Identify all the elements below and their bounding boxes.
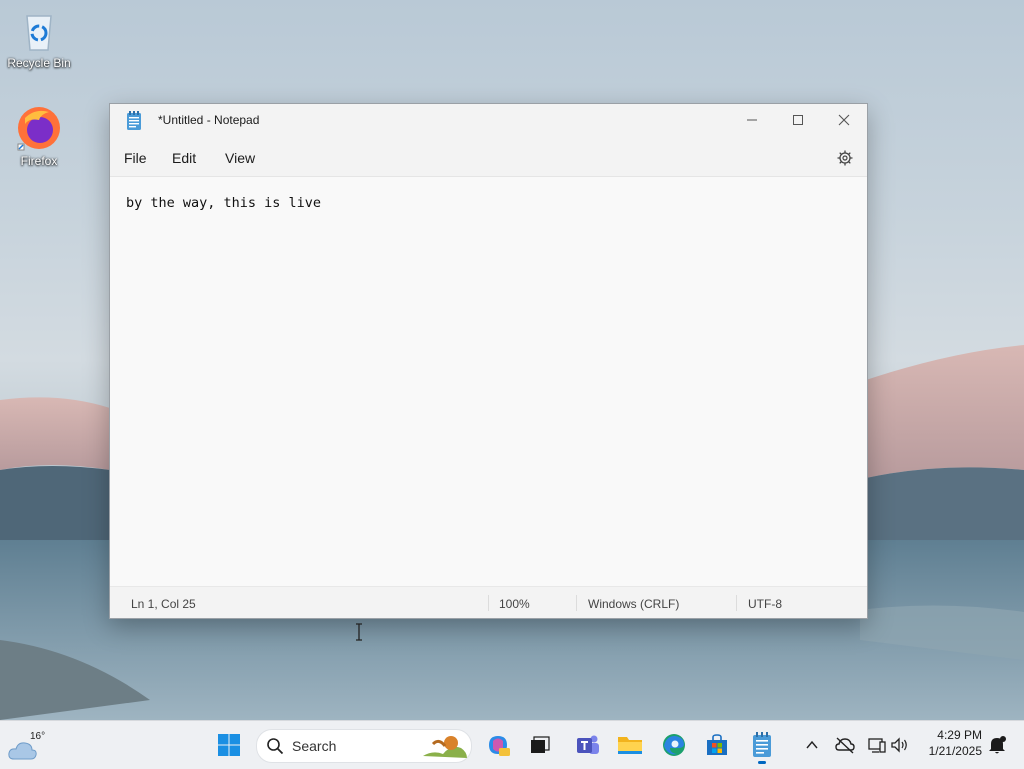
teams-icon [577,735,599,754]
menu-file[interactable]: File [124,150,147,166]
line-ending[interactable]: Windows (CRLF) [588,597,679,611]
search-box[interactable]: Search [256,729,472,763]
maximize-icon [793,115,803,125]
tray-onedrive[interactable] [831,731,859,759]
close-button[interactable] [821,104,867,136]
taskbar-file-explorer[interactable] [616,731,644,759]
status-divider [488,595,489,611]
menu-bar: File Edit View [110,138,867,176]
recycle-bin-icon [26,15,52,51]
status-divider [736,595,737,611]
taskbar-task-view[interactable] [526,731,554,759]
maximize-button[interactable] [775,104,821,136]
notification-bell-icon [989,736,1006,754]
start-button[interactable] [215,731,243,759]
gear-icon[interactable] [837,150,853,166]
taskbar-copilot[interactable] [484,731,512,759]
notepad-icon [753,732,771,757]
editor-content[interactable]: by the way, this is live [126,195,321,211]
weather-widget[interactable]: 16° [6,725,52,765]
weather-temperature: 16° [30,731,46,742]
zoom-level[interactable]: 100% [499,597,530,611]
taskbar-teams[interactable] [574,731,602,759]
desktop-icon-recycle-bin[interactable]: Recycle Bin [1,6,77,70]
search-highlight-icon [423,736,467,758]
notepad-icon [127,111,141,130]
desktop-icon-label: Firefox [20,154,58,168]
status-bar: Ln 1, Col 25 100% Windows (CRLF) UTF-8 [110,586,867,618]
onedrive-icon [835,737,855,754]
edge-icon [663,734,685,756]
clock-date: 1/21/2025 [928,744,982,758]
volume-icon [891,737,907,753]
ibeam-cursor-icon [356,623,362,641]
taskbar-store[interactable] [703,731,731,759]
title-bar[interactable]: *Untitled - Notepad [110,104,867,138]
start-icon [218,734,240,756]
desktop-icon-label: Recycle Bin [7,56,71,70]
clock[interactable]: 4:29 PM 1/21/2025 [929,727,982,759]
status-divider [576,595,577,611]
firefox-icon [17,107,60,151]
copilot-icon [489,736,510,756]
network-icon [868,738,886,753]
search-icon [267,738,284,755]
menu-edit[interactable]: Edit [172,150,196,166]
desktop-icon-firefox[interactable]: Firefox [1,104,77,168]
menu-view[interactable]: View [225,150,255,166]
taskbar-edge[interactable] [660,731,688,759]
clock-time: 4:29 PM [937,728,982,742]
running-indicator [758,761,766,764]
task-view-icon [531,736,550,753]
file-explorer-icon [618,737,642,754]
encoding[interactable]: UTF-8 [748,597,782,611]
show-hidden-icons-button[interactable] [798,731,826,759]
notification-button[interactable] [983,731,1011,759]
cloud-icon [8,742,37,760]
tray-volume[interactable] [886,731,914,759]
close-icon [838,114,850,126]
taskbar: 16° Search 4:29 PM 1/21/2025 [0,720,1024,769]
window-title: *Untitled - Notepad [158,113,260,127]
chevron-up-icon [806,740,818,749]
search-label: Search [292,738,337,754]
taskbar-notepad[interactable] [748,731,776,759]
minimize-icon [747,119,757,121]
cursor-position: Ln 1, Col 25 [131,597,196,611]
minimize-button[interactable] [729,104,775,136]
notepad-window: *Untitled - Notepad File Edit View by th… [109,103,868,641]
store-icon [707,734,727,755]
text-editor-area[interactable]: by the way, this is live [110,176,867,641]
